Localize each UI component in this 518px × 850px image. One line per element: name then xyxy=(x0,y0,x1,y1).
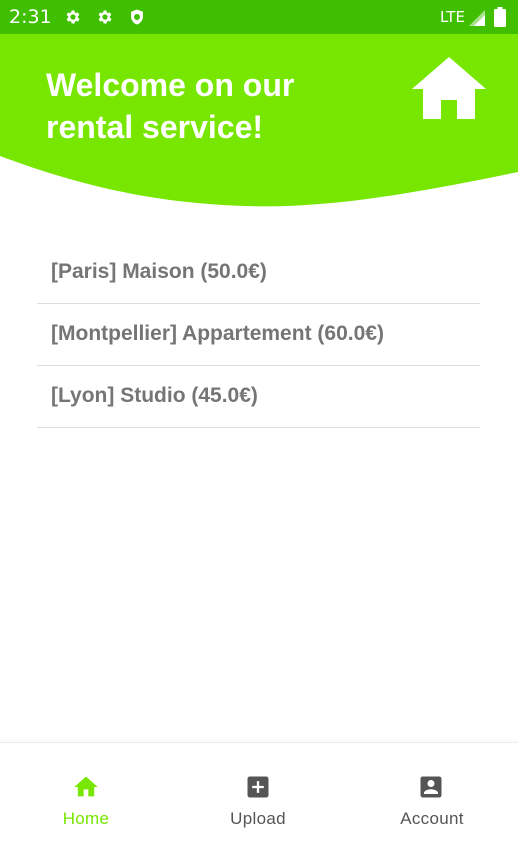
nav-label-upload: Upload xyxy=(230,809,286,828)
page-title: Welcome on our rental service! xyxy=(46,67,295,145)
network-type: LTE xyxy=(440,8,465,26)
nav-label-account: Account xyxy=(400,809,464,828)
bottom-navigation: Home Upload Account xyxy=(0,742,518,850)
nav-item-home[interactable]: Home xyxy=(0,743,172,850)
rental-label: [Paris] Maison (50.0€) xyxy=(51,260,267,283)
list-item[interactable]: [Lyon] Studio (45.0€) xyxy=(37,366,480,428)
house-icon xyxy=(412,57,486,119)
list-item[interactable]: [Paris] Maison (50.0€) xyxy=(37,242,480,304)
shield-icon xyxy=(131,9,143,25)
gear-icon xyxy=(98,10,112,24)
list-item[interactable]: [Montpellier] Appartement (60.0€) xyxy=(37,304,480,366)
rental-list: [Paris] Maison (50.0€) [Montpellier] App… xyxy=(37,242,480,428)
home-icon xyxy=(74,776,98,797)
nav-label-home: Home xyxy=(62,809,110,828)
nav-item-account[interactable]: Account xyxy=(346,743,518,850)
status-time: 2:31 xyxy=(9,6,52,28)
account-box-icon xyxy=(420,776,442,798)
battery-icon xyxy=(494,7,506,27)
signal-icon xyxy=(469,10,485,26)
status-bar: 2:31 LTE xyxy=(0,0,518,34)
nav-item-upload[interactable]: Upload xyxy=(172,743,344,850)
rental-label: [Lyon] Studio (45.0€) xyxy=(51,384,258,407)
rental-label: [Montpellier] Appartement (60.0€) xyxy=(51,322,384,345)
welcome-header: Welcome on our rental service! xyxy=(0,34,518,209)
add-box-icon xyxy=(247,776,269,798)
gear-icon xyxy=(66,10,80,24)
